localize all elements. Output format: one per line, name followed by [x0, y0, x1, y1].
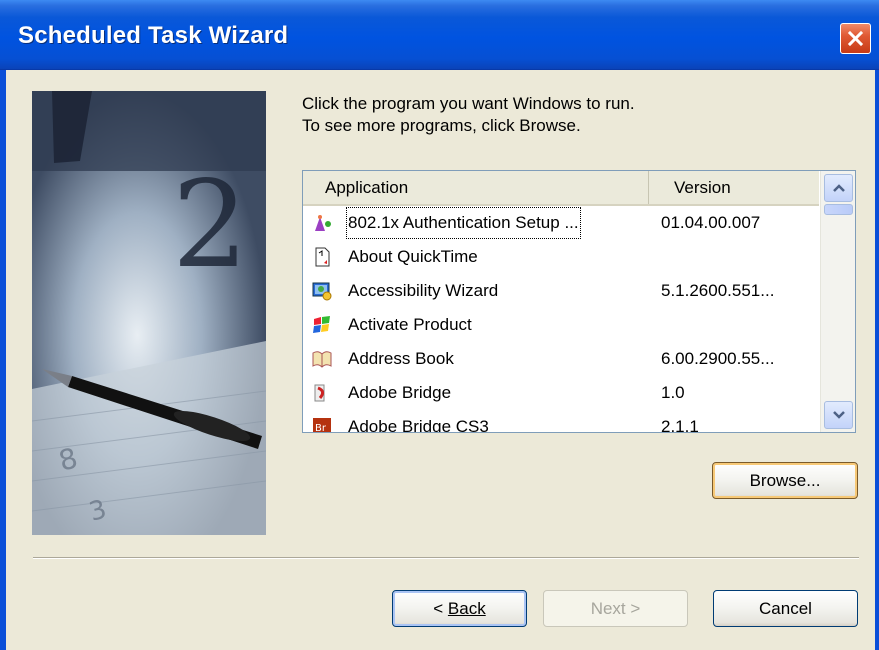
list-item-name: Accessibility Wizard: [348, 281, 499, 300]
scroll-up-button[interactable]: [824, 174, 853, 202]
svg-text:2: 2: [172, 156, 248, 295]
list-item-version: 6.00.2900.55...: [661, 349, 775, 368]
back-button-label: < Back: [433, 598, 486, 618]
instructions: Click the program you want Windows to ru…: [302, 93, 635, 137]
window-frame-left: [0, 70, 6, 650]
close-button[interactable]: [840, 23, 871, 54]
column-header-application[interactable]: Application: [303, 171, 649, 204]
column-header-version[interactable]: Version: [650, 171, 819, 204]
list-item[interactable]: Br Adobe Bridge CS3 2.1.1: [303, 410, 819, 433]
vertical-scrollbar[interactable]: [820, 171, 855, 432]
list-item-name: Adobe Bridge CS3: [348, 417, 489, 433]
scroll-down-button[interactable]: [824, 401, 853, 429]
list-item-version: 01.04.00.007: [661, 213, 761, 232]
svg-text:Br: Br: [315, 423, 327, 433]
chevron-down-icon: [832, 411, 845, 419]
list-item-version: 2.1.1: [661, 417, 699, 433]
list-item[interactable]: Accessibility Wizard 5.1.2600.551...: [303, 274, 819, 308]
title-bar[interactable]: Scheduled Task Wizard: [0, 0, 879, 70]
back-button[interactable]: < Back: [392, 590, 527, 627]
list-item-name: Adobe Bridge: [348, 383, 452, 402]
scheduled-task-wizard-window: Scheduled Task Wizard 2 8 3 Click the pr…: [0, 0, 879, 650]
adobe-bridge-icon: [314, 384, 325, 402]
close-icon: [847, 30, 864, 47]
instruction-line-2: To see more programs, click Browse.: [302, 116, 581, 135]
next-button-label: Next >: [590, 598, 641, 618]
wizard-banner-image: 2 8 3: [32, 91, 266, 535]
scroll-thumb[interactable]: [824, 204, 853, 215]
cancel-button[interactable]: Cancel: [713, 590, 858, 627]
instruction-line-1: Click the program you want Windows to ru…: [302, 94, 635, 113]
list-item-name: About QuickTime: [348, 247, 478, 266]
list-header: Application Version: [303, 171, 819, 206]
cancel-button-label: Cancel: [759, 598, 812, 618]
windows-flag-icon: [313, 316, 330, 333]
accessibility-icon: [312, 282, 332, 301]
list-item-version: 1.0: [661, 383, 685, 402]
list-item-name: 802.1x Authentication Setup ...: [345, 206, 582, 240]
list-item[interactable]: About QuickTime: [303, 240, 819, 274]
adobe-bridge-cs3-icon: Br: [313, 418, 331, 433]
chevron-up-icon: [832, 184, 845, 192]
list-item-name: Activate Product: [348, 315, 472, 334]
next-button[interactable]: Next >: [543, 590, 688, 627]
browse-button-label: Browse...: [749, 470, 821, 490]
separator: [33, 557, 859, 559]
wizard-icon: [315, 215, 331, 231]
quicktime-doc-icon: [315, 247, 330, 267]
list-rows: 802.1x Authentication Setup ... 01.04.00…: [303, 206, 819, 433]
program-list[interactable]: Application Version 802.1x Authenticatio…: [302, 170, 856, 433]
list-item-version: 5.1.2600.551...: [661, 281, 775, 300]
list-item[interactable]: Activate Product: [303, 308, 819, 342]
window-title: Scheduled Task Wizard: [18, 22, 289, 49]
list-item[interactable]: Adobe Bridge 1.0: [303, 376, 819, 410]
window-frame-right: [875, 70, 879, 650]
list-item[interactable]: Address Book 6.00.2900.55...: [303, 342, 819, 376]
list-item-name: Address Book: [348, 349, 454, 368]
browse-button[interactable]: Browse...: [712, 462, 858, 499]
address-book-icon: [312, 351, 332, 368]
back-button-text: Back: [447, 598, 486, 618]
list-item[interactable]: 802.1x Authentication Setup ... 01.04.00…: [303, 206, 819, 240]
